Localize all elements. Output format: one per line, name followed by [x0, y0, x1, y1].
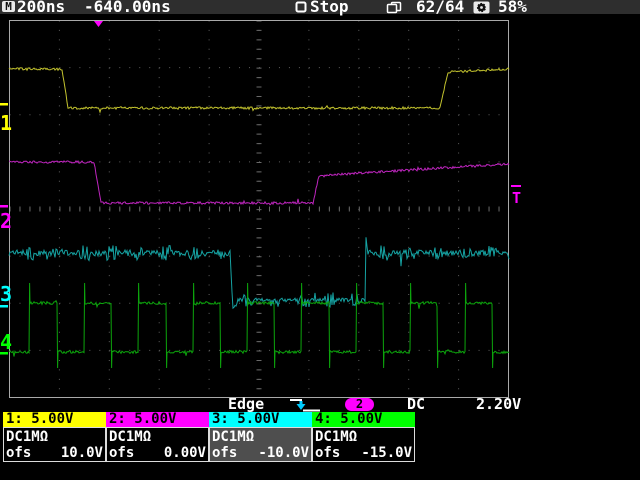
- channel-1-ofs-label: ofs: [6, 445, 31, 461]
- channel-4-scale[interactable]: 4: 5.00V: [312, 412, 415, 427]
- channel-3-box[interactable]: 3: 5.00V DC1MΩ ofs -10.0V: [209, 412, 312, 462]
- falling-edge-icon: [288, 397, 322, 412]
- trigger-coupling[interactable]: DC: [407, 397, 425, 412]
- channel-1-box[interactable]: 1: 5.00V DC1MΩ ofs 10.0V: [3, 412, 106, 462]
- history-pages-icon: [386, 1, 402, 14]
- timebase-value[interactable]: 200ns: [17, 0, 65, 13]
- channel-1-position-tick[interactable]: [0, 103, 8, 106]
- channel-2-scale[interactable]: 2: 5.00V: [106, 412, 209, 427]
- channel-4-box[interactable]: 4: 5.00V DC1MΩ ofs -15.0V: [312, 412, 415, 462]
- channel-2-ofs-label: ofs: [109, 445, 134, 461]
- channel-3-ofs-value: -10.0V: [258, 445, 309, 461]
- channel-3-ofs-label: ofs: [212, 445, 237, 461]
- channel-3-coupling: DC1MΩ: [212, 429, 309, 445]
- acquisition-total: 64: [445, 0, 464, 13]
- channel-1-marker-label[interactable]: 1: [0, 111, 12, 135]
- channel-4-trace: [9, 283, 509, 368]
- oscilloscope-screen: M 200ns -640.00ns Stop 62/ 64 58% 1 2 3 4: [0, 0, 640, 480]
- channel-2-ofs-value: 0.00V: [164, 445, 206, 461]
- channel-4-coupling: DC1MΩ: [315, 429, 412, 445]
- channel-1-ofs-value: 10.0V: [61, 445, 103, 461]
- channel-3-marker-label[interactable]: 3: [0, 282, 12, 306]
- waveform-display: 1 2 3 4 T: [0, 14, 640, 398]
- channel-4-marker-label[interactable]: 4: [0, 330, 12, 354]
- stop-icon: [295, 1, 307, 13]
- svg-text:T: T: [512, 189, 521, 207]
- channel-2-box[interactable]: 2: 5.00V DC1MΩ ofs 0.00V: [106, 412, 209, 462]
- run-state-label[interactable]: Stop: [310, 0, 349, 13]
- channel-2-trace: [9, 161, 509, 205]
- channel-2-marker-label[interactable]: 2: [0, 209, 12, 233]
- top-status-bar: M 200ns -640.00ns Stop 62/ 64 58%: [0, 0, 640, 14]
- progress-percent: 58%: [498, 0, 527, 13]
- trigger-type-label[interactable]: Edge: [228, 397, 264, 412]
- trigger-level-marker[interactable]: T: [511, 186, 521, 207]
- channel-1-coupling: DC1MΩ: [6, 429, 103, 445]
- acquisition-count: 62/: [416, 0, 445, 13]
- trigger-status-row: Edge 2 DC 2.20V: [0, 397, 640, 412]
- channel-2-coupling: DC1MΩ: [109, 429, 206, 445]
- channel-2-position-tick[interactable]: [0, 205, 8, 208]
- channel-3-scale[interactable]: 3: 5.00V: [209, 412, 312, 427]
- trigger-delay-value[interactable]: -640.00ns: [84, 0, 171, 13]
- channel-4-ofs-label: ofs: [315, 445, 340, 461]
- channel-1-scale[interactable]: 1: 5.00V: [3, 412, 106, 427]
- trigger-source-badge[interactable]: 2: [345, 398, 374, 411]
- channel-4-ofs-value: -15.0V: [361, 445, 412, 461]
- trigger-level-value[interactable]: 2.20V: [476, 397, 521, 412]
- trigger-position-marker[interactable]: [94, 21, 103, 27]
- processing-gear-icon: [473, 1, 490, 14]
- timebase-mode-icon[interactable]: M: [2, 1, 15, 12]
